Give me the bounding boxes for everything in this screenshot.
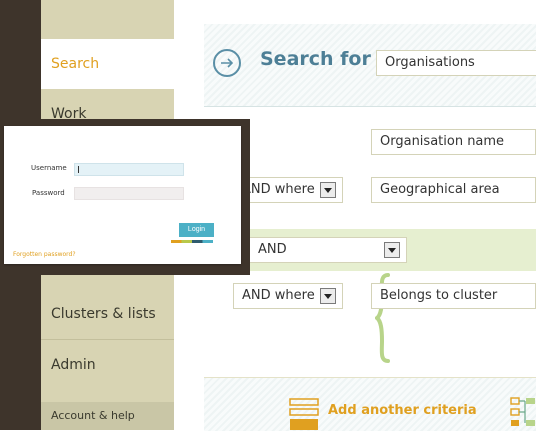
arrow-right-circle-icon	[213, 49, 241, 77]
search-title: Search for	[260, 48, 371, 70]
connector-select-value: AND where	[242, 182, 315, 197]
criteria-field-belongs-to-cluster[interactable]: Belongs to cluster	[371, 283, 536, 309]
connector-select-2[interactable]: AND where	[233, 283, 343, 309]
tree-structure-icon[interactable]	[509, 396, 536, 430]
color-strip-segment	[171, 240, 182, 243]
criteria-field-organisation-name[interactable]: Organisation name	[371, 129, 536, 155]
group-connector-select[interactable]: AND	[249, 237, 407, 263]
group-connector-band: AND	[204, 229, 536, 271]
group-connector-value: AND	[258, 242, 287, 257]
text-cursor	[78, 166, 79, 173]
password-label: Password	[32, 189, 65, 197]
sidebar-item-label: Search	[51, 56, 100, 72]
sidebar-item-search[interactable]: Search	[41, 39, 174, 89]
sidebar-item-admin[interactable]: Admin	[41, 340, 174, 390]
sidebar-top	[41, 0, 174, 39]
connector-select-value: AND where	[242, 288, 315, 303]
search-header: Search for Organisations	[204, 24, 536, 107]
criteria-field-geographical-area[interactable]: Geographical area	[371, 177, 536, 203]
chevron-down-icon[interactable]	[384, 242, 400, 258]
color-strip-segment	[202, 240, 213, 243]
chevron-down-icon[interactable]	[320, 182, 336, 198]
add-criteria-button[interactable]: Add another criteria	[328, 403, 477, 418]
add-criteria-icon[interactable]	[289, 398, 319, 430]
color-strip	[171, 240, 213, 243]
password-input[interactable]	[74, 187, 184, 200]
sidebar-item-clusters-lists[interactable]: Clusters & lists	[41, 289, 174, 339]
username-label: Username	[31, 164, 67, 172]
forgot-password-link[interactable]: Forgotten password?	[13, 251, 76, 258]
search-target-select[interactable]: Organisations	[376, 50, 536, 76]
sidebar-item-label: Admin	[51, 357, 96, 373]
sidebar-item-label: Clusters & lists	[51, 306, 156, 322]
color-strip-segment	[181, 240, 192, 243]
login-button[interactable]: Login	[179, 223, 214, 237]
username-input[interactable]	[74, 163, 184, 176]
login-dialog: Username Password Login Forgotten passwo…	[4, 126, 241, 264]
chevron-down-icon[interactable]	[320, 288, 336, 304]
color-strip-segment	[192, 240, 203, 243]
sidebar-item-account-help[interactable]: Account & help	[41, 402, 174, 430]
